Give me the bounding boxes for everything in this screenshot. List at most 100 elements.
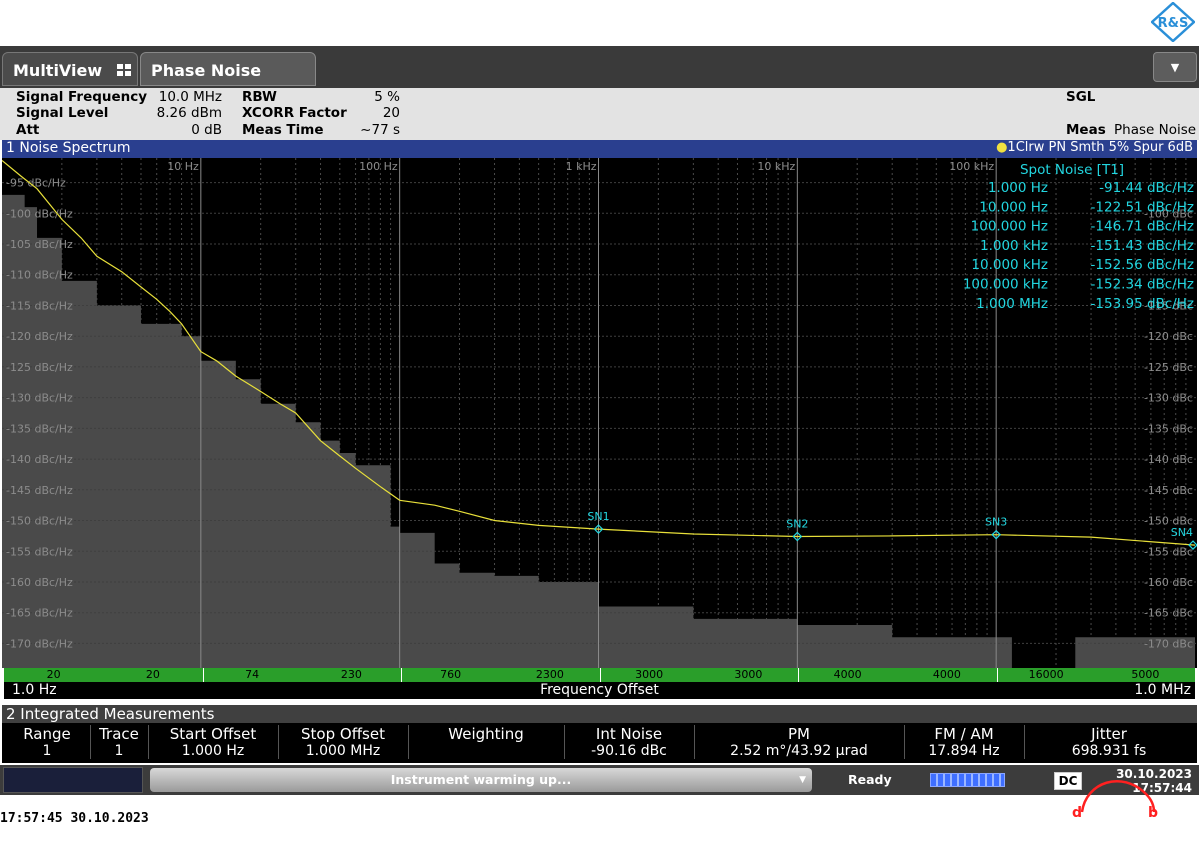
y-tick-label-left: -150 dBc/Hz <box>6 515 73 528</box>
table-header-cell: Int Noise <box>595 725 663 743</box>
plot-svg[interactable]: 10 Hz 100 Hz 1 kHz 10 kHz 100 kHz-95 dBc/Hz-… <box>2 158 1197 668</box>
range-segment: 2300 <box>500 668 601 682</box>
att-value: 0 dB <box>191 122 222 138</box>
tab-multiview[interactable]: MultiView <box>2 52 138 86</box>
trace-info-text: 1Clrw PN Smth 5% Spur 6dB <box>1007 140 1193 155</box>
noise-spectrum-plot[interactable]: 10 Hz 100 Hz 1 kHz 10 kHz 100 kHz -95 dBc/Hz -… <box>2 158 1197 668</box>
y-tick-label-left: -105 dBc/Hz <box>6 238 73 251</box>
y-tick-label-left: -100 dBc/Hz <box>6 207 73 220</box>
column-separator <box>148 725 149 759</box>
column-separator <box>278 725 279 759</box>
table-cell: 1.000 Hz <box>181 743 245 759</box>
y-tick-label-left: -130 dBc/Hz <box>6 392 73 405</box>
channel-settings-panel[interactable]: Signal Frequency 10.0 MHz Signal Level 8… <box>0 88 1199 140</box>
y-tick-label-left: -170 dBc/Hz <box>6 637 73 650</box>
spot-noise-value: -152.34 dBc/Hz <box>1091 277 1194 293</box>
rohde-schwarz-logo: R&S <box>1151 2 1195 42</box>
status-message-text: Instrument warming up... <box>390 772 572 787</box>
range-segment: 74 <box>245 668 260 681</box>
menu-dropdown-button[interactable]: ▼ <box>1153 52 1197 82</box>
spot-noise-title: Spot Noise [T1] <box>1020 162 1124 178</box>
att-label: Att <box>16 122 40 138</box>
y-tick-label-right: -145 dBc <box>1144 484 1193 497</box>
range-segment: 5000 <box>1096 668 1196 682</box>
integrated-measurements-header[interactable]: 2 Integrated Measurements <box>2 705 1197 723</box>
x-tick-label: 100 kHz <box>949 160 994 173</box>
y-tick-label-left: -140 dBc/Hz <box>6 453 73 466</box>
svg-text:d: d <box>1072 805 1082 821</box>
y-tick-label-right: -125 dBc <box>1144 361 1193 374</box>
status-left-panel[interactable] <box>3 767 143 793</box>
grid-icon <box>117 64 131 76</box>
y-tick-label-left: -120 dBc/Hz <box>6 330 73 343</box>
spot-noise-frequency: 1.000 Hz <box>988 180 1048 196</box>
table-cell: 1 <box>114 743 124 759</box>
y-tick-label-right: -130 dBc <box>1144 392 1193 405</box>
range-segment: 4000 <box>833 668 862 681</box>
meas-label: Meas <box>1066 122 1106 138</box>
table-cell: 698.931 fs <box>1071 743 1147 759</box>
y-tick-label-left: -135 dBc/Hz <box>6 422 73 435</box>
signal-level-value: 8.26 dBm <box>156 105 222 121</box>
x-axis-title: Frequency Offset <box>540 682 659 698</box>
chevron-down-icon: ▼ <box>799 775 806 785</box>
trace-dot-icon: ● <box>996 140 1008 155</box>
table-cell: 1 <box>42 743 52 759</box>
y-tick-label-left: -145 dBc/Hz <box>6 484 73 497</box>
table-cell: -90.16 dBc <box>591 743 667 759</box>
x-axis-bar: 1.0 Hz Frequency Offset 1.0 MHz <box>4 682 1195 699</box>
x-stop-label: 1.0 MHz <box>1134 682 1191 698</box>
table-header-cell: PM <box>788 725 810 743</box>
range-segment: 20 <box>46 668 61 681</box>
spot-noise-value: -153.95 dBc/Hz <box>1091 296 1194 312</box>
column-separator <box>904 725 905 759</box>
range-segment: 16000 <box>1028 668 1064 681</box>
xcorr-value: 20 <box>382 105 400 121</box>
noise-spectrum-window-header[interactable]: 1 Noise Spectrum ●1Clrw PN Smth 5% Spur … <box>2 140 1197 158</box>
y-tick-label-right: -160 dBc <box>1144 576 1193 589</box>
tab-bar: MultiView Phase Noise <box>0 46 1199 88</box>
spot-noise-frequency: 100.000 kHz <box>963 277 1048 293</box>
status-bar: Instrument warming up... ▼ Ready DC 30.1… <box>0 765 1199 795</box>
status-message-dropdown[interactable]: Instrument warming up... ▼ <box>150 768 812 792</box>
trace-info: ●1Clrw PN Smth 5% Spur 6dB <box>996 140 1193 155</box>
column-separator <box>694 725 695 759</box>
signal-frequency-label: Signal Frequency <box>16 89 148 105</box>
table-header-cell: Trace <box>99 725 139 743</box>
x-tick-label: 10 Hz <box>167 160 199 173</box>
spot-noise-frequency: 1.000 MHz <box>976 296 1048 312</box>
meas-value: Phase Noise <box>1114 122 1197 138</box>
table-header-cell: Stop Offset <box>301 725 385 743</box>
table-cell: 17.894 Hz <box>928 743 1000 759</box>
x-tick-label: 10 kHz <box>757 160 795 173</box>
column-separator <box>1024 725 1025 759</box>
svg-text:b: b <box>1148 805 1158 821</box>
signal-level-label: Signal Level <box>16 105 109 121</box>
y-tick-label-left: -165 dBc/Hz <box>6 607 73 620</box>
meas-time-value: ~77 s <box>360 122 400 138</box>
spot-noise-frequency: 10.000 kHz <box>971 257 1048 273</box>
ready-status: Ready <box>848 772 892 787</box>
y-tick-label-left: -125 dBc/Hz <box>6 361 73 374</box>
x-tick-label: 1 kHz <box>566 160 597 173</box>
rbw-value: 5 % <box>374 89 400 105</box>
spot-noise-value: -146.71 dBc/Hz <box>1091 219 1194 235</box>
spot-noise-marker-label: SN2 <box>786 518 808 531</box>
xcorr-label: XCORR Factor <box>242 105 347 121</box>
spot-noise-frequency: 10.000 Hz <box>979 199 1048 215</box>
tab-phase-noise[interactable]: Phase Noise <box>140 52 316 86</box>
y-tick-label-left: -160 dBc/Hz <box>6 576 73 589</box>
spot-noise-value: -151.43 dBc/Hz <box>1091 238 1194 254</box>
y-tick-label-left: -115 dBc/Hz <box>6 299 73 312</box>
table-header-cell: Jitter <box>1091 725 1127 743</box>
y-tick-label-left: -110 dBc/Hz <box>6 269 73 282</box>
range-segment: 3000 <box>699 668 799 682</box>
y-tick-label-right: -170 dBc <box>1144 637 1193 650</box>
meas-time-label: Meas Time <box>242 122 324 138</box>
column-separator <box>564 725 565 759</box>
table-header-cell: Range <box>23 725 71 743</box>
tab-phase-noise-label: Phase Noise <box>151 61 262 80</box>
table-header-cell: FM / AM <box>934 725 994 743</box>
window2-title: 2 Integrated Measurements <box>6 705 215 723</box>
y-tick-label-right: -155 dBc <box>1144 545 1193 558</box>
